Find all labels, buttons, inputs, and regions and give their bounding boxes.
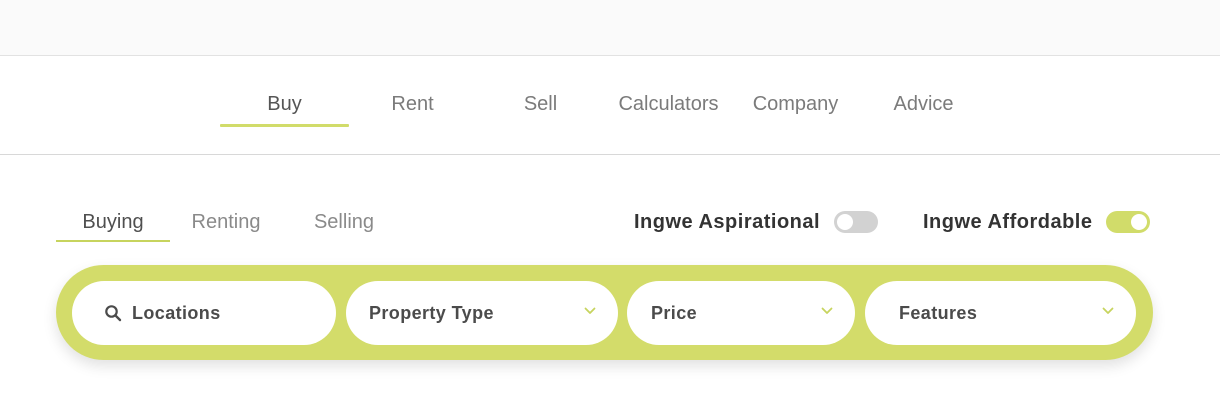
locations-input[interactable]: Locations [72,281,336,345]
switch-knob [1131,214,1148,230]
aspirational-label: Ingwe Aspirational [634,210,821,233]
price-label: Price [651,302,698,323]
switch-knob [837,214,854,230]
tab-sell[interactable]: Sell [476,82,605,126]
chevron-down-icon [584,307,596,314]
price-dropdown[interactable]: Price [627,281,855,345]
features-dropdown[interactable]: Features [865,281,1136,345]
aspirational-toggle-group: Ingwe Aspirational [634,205,879,239]
top-bar [0,0,1220,56]
tab-company[interactable]: Company [731,82,860,126]
affordable-label: Ingwe Affordable [923,210,1093,233]
property-type-dropdown[interactable]: Property Type [346,281,618,345]
tab-advice[interactable]: Advice [859,82,988,126]
features-label: Features [899,302,978,323]
chevron-down-icon [1102,307,1114,314]
chevron-down-icon [821,307,833,314]
search-bar: Locations Property Type Price Features [56,265,1153,360]
subtab-buying[interactable]: Buying [56,202,170,242]
tab-rent[interactable]: Rent [348,82,477,126]
affordable-toggle-group: Ingwe Affordable [923,205,1151,239]
tab-buy[interactable]: Buy [220,82,349,127]
main-nav: Buy Rent Sell Calculators Company Advice [0,56,1220,155]
search-icon [105,305,122,322]
tab-calculators[interactable]: Calculators [604,82,733,126]
subtab-renting[interactable]: Renting [172,202,280,242]
affordable-switch[interactable] [1106,211,1151,233]
subtab-selling[interactable]: Selling [290,202,398,242]
locations-placeholder: Locations [132,302,221,323]
aspirational-switch[interactable] [834,211,879,233]
property-type-label: Property Type [369,302,494,323]
